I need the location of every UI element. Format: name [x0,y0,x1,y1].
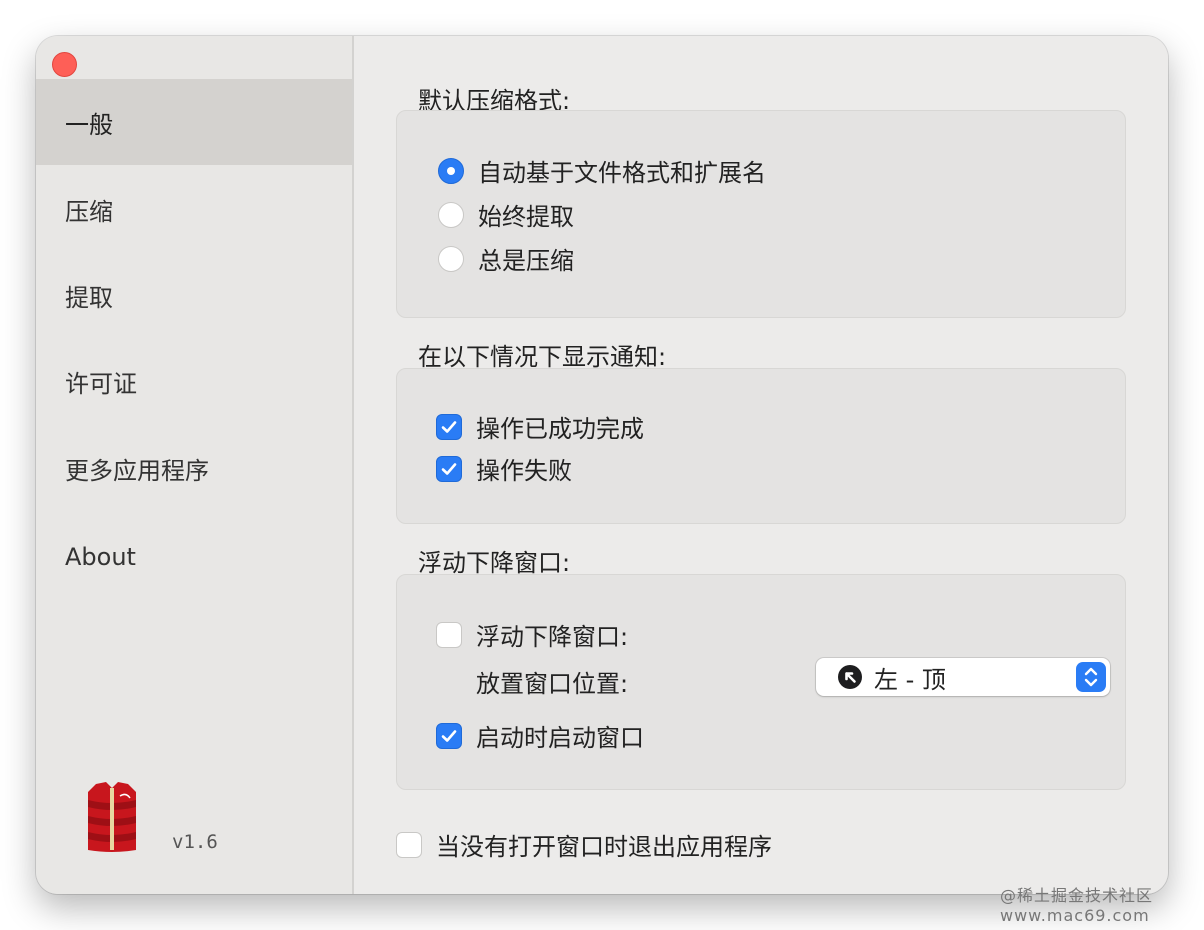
checkbox[interactable] [436,722,462,749]
checkbox[interactable] [436,455,462,482]
checkbox-operation-failed[interactable]: 操作失败 [436,451,572,486]
preferences-window: 一般 压缩 提取 许可证 更多应用程序 About v1.6 默认压缩格式: 自… [36,36,1168,894]
chevron-up-down-icon [1076,662,1106,692]
radio-label: 总是压缩 [478,247,574,275]
sidebar-item-label: 更多应用程序 [65,456,209,485]
checkbox-label: 当没有打开窗口时退出应用程序 [436,833,772,861]
checkbox-label: 操作失败 [476,457,572,485]
sidebar-item-compress[interactable]: 压缩 [36,166,352,252]
radio-label: 始终提取 [478,203,574,231]
sidebar-item-extract[interactable]: 提取 [36,252,352,338]
window-position-value: 左 - 顶 [874,665,946,694]
sidebar-item-label: 提取 [65,283,113,312]
checkbox-quit-when-no-windows[interactable]: 当没有打开窗口时退出应用程序 [396,827,772,862]
version-label: v1.6 [172,831,218,853]
notifications-group [396,368,1126,524]
radio-button[interactable] [438,157,464,184]
sidebar-item-license[interactable]: 许可证 [36,338,352,424]
sidebar-item-label: 一般 [65,110,113,139]
app-icon [82,780,142,858]
window-position-label: 放置窗口位置: [476,670,629,698]
checkbox[interactable] [396,831,422,858]
radio-label: 自动基于文件格式和扩展名 [478,159,766,187]
radio-button[interactable] [438,245,464,272]
checkmark-icon [441,462,457,475]
sidebar-item-about[interactable]: About [36,514,352,600]
checkbox-operation-success[interactable]: 操作已成功完成 [436,409,644,444]
sidebar-item-label: 压缩 [65,197,113,226]
radio-auto-format[interactable]: 自动基于文件格式和扩展名 [438,153,766,188]
notifications-title: 在以下情况下显示通知: [418,343,667,371]
sidebar-item-general[interactable]: 一般 [36,79,352,165]
checkbox-launch-window[interactable]: 启动时启动窗口 [436,718,644,753]
checkbox-label: 启动时启动窗口 [476,724,644,752]
close-window-button[interactable] [52,52,77,77]
checkbox[interactable] [436,413,462,440]
arrow-up-left-circle-icon [838,665,862,689]
sidebar-item-label: About [65,543,136,571]
checkmark-icon [441,420,457,433]
general-pane: 默认压缩格式: 自动基于文件格式和扩展名 始终提取 总是压缩 在以下情况下显示通… [354,36,1168,894]
sidebar: 一般 压缩 提取 许可证 更多应用程序 About v1.6 [36,36,354,894]
sidebar-item-more-apps[interactable]: 更多应用程序 [36,425,352,511]
radio-always-extract[interactable]: 始终提取 [438,197,574,232]
window-position-select[interactable]: 左 - 顶 [816,658,1110,696]
radio-button[interactable] [438,201,464,228]
checkbox-floating-window[interactable]: 浮动下降窗口: [436,617,628,652]
floating-window-title: 浮动下降窗口: [418,549,571,577]
watermark: @稀土掘金技术社区 www.mac69.com [1000,886,1154,925]
sidebar-item-label: 许可证 [65,369,137,398]
checkbox-label: 操作已成功完成 [476,415,644,443]
red-puffer-jacket-app-icon [88,782,136,852]
checkbox[interactable] [436,621,462,648]
checkmark-icon [441,729,457,742]
checkbox-label: 浮动下降窗口: [476,623,629,651]
radio-always-compress[interactable]: 总是压缩 [438,241,574,276]
